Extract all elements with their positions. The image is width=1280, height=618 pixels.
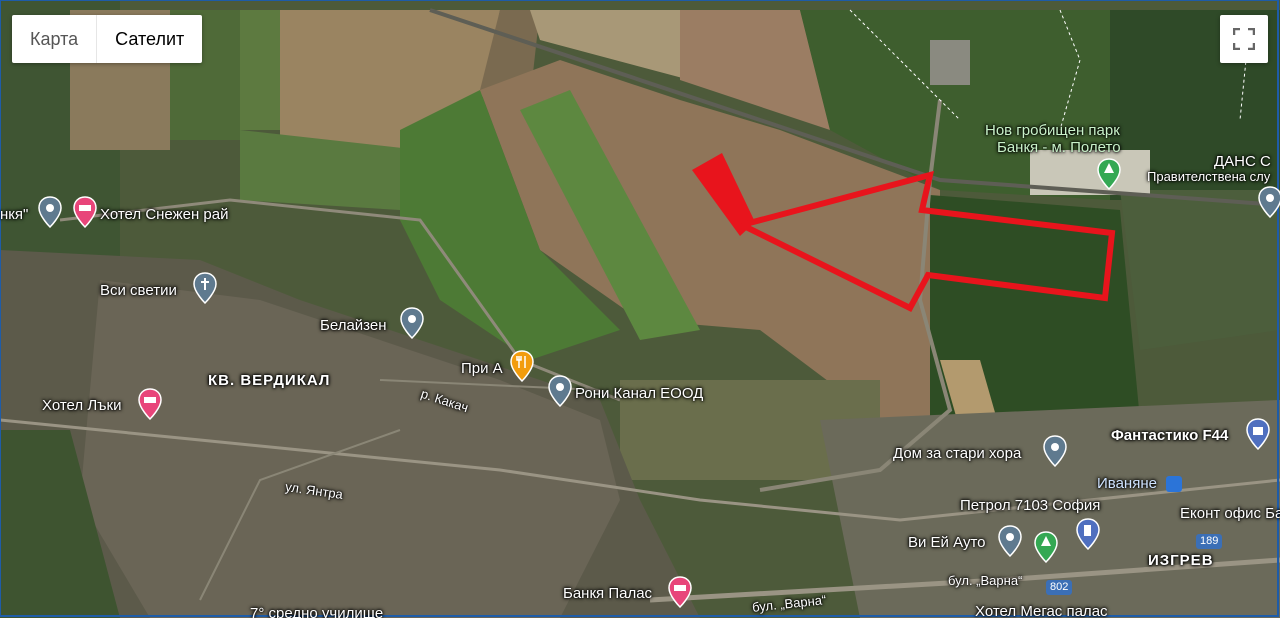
area-label-izgrev: ИЗГРЕВ xyxy=(1148,552,1214,569)
place-label-roni-kanal[interactable]: Рони Канал ЕООД xyxy=(575,385,703,403)
shopping-pin-icon[interactable] xyxy=(1246,418,1270,450)
place-label-belaizen[interactable]: Белайзен xyxy=(320,317,387,335)
place-label-hotel-laki[interactable]: Хотел Лъки xyxy=(42,397,121,415)
fullscreen-button[interactable] xyxy=(1220,15,1268,63)
place-label-petrol[interactable]: Петрол 7103 София xyxy=(960,497,1100,515)
satellite-map[interactable]: Карта Сателит нкя" Хотел Снежен рай Вси … xyxy=(0,0,1280,618)
map-type-satellite-button[interactable]: Сателит xyxy=(96,15,202,63)
road-shield-189: 189 xyxy=(1196,534,1223,549)
hotel-pin-icon[interactable] xyxy=(73,196,97,228)
place-label-ekont[interactable]: Еконт офис Бан xyxy=(1180,505,1280,523)
place-label-fantastiko[interactable]: Фантастико F44 xyxy=(1111,427,1228,445)
park-pin-icon[interactable] xyxy=(1034,531,1058,563)
place-pin-icon[interactable] xyxy=(998,525,1022,557)
street-label-varna-1: бул. „Варна“ xyxy=(948,573,1023,588)
place-pin-icon[interactable] xyxy=(1043,435,1067,467)
place-label-banya-palas[interactable]: Банкя Палас xyxy=(563,585,652,603)
place-pin-icon[interactable] xyxy=(38,196,62,228)
place-pin-icon[interactable] xyxy=(548,375,572,407)
area-label-verdikal: КВ. ВЕРДИКАЛ xyxy=(208,372,331,389)
place-label-hotel-snezhen-rai[interactable]: Хотел Снежен рай xyxy=(100,206,229,224)
place-label-ivanyane[interactable]: Иваняне xyxy=(1097,475,1157,493)
place-label-vsi-svetii[interactable]: Вси светии xyxy=(100,282,177,300)
hotel-pin-icon[interactable] xyxy=(668,576,692,608)
place-label-cemetery-line2[interactable]: Банкя - м. Полето xyxy=(997,139,1121,157)
place-label-school[interactable]: 7° средно училище xyxy=(250,605,383,618)
place-pin-icon[interactable] xyxy=(400,307,424,339)
place-label-banya[interactable]: нкя" xyxy=(0,206,28,224)
place-pin-icon[interactable] xyxy=(1258,186,1280,218)
gas-station-pin-icon[interactable] xyxy=(1076,518,1100,550)
church-pin-icon[interactable] xyxy=(193,272,217,304)
place-label-pri-a[interactable]: При А xyxy=(461,360,503,378)
bus-stop-icon[interactable] xyxy=(1166,476,1182,492)
place-label-hotel-megas[interactable]: Хотел Мегас палас xyxy=(975,603,1108,618)
place-label-dom-stari-hora[interactable]: Дом за стари хора xyxy=(893,445,1021,463)
fullscreen-icon xyxy=(1233,28,1255,50)
restaurant-pin-icon[interactable] xyxy=(510,350,534,382)
map-type-map-button[interactable]: Карта xyxy=(12,15,96,63)
hotel-pin-icon[interactable] xyxy=(138,388,162,420)
place-label-government-service[interactable]: Правителствена слу xyxy=(1147,168,1270,186)
map-type-control: Карта Сателит xyxy=(12,15,203,63)
place-label-vi-ei-auto[interactable]: Ви Ей Ауто xyxy=(908,534,985,552)
place-label-cemetery-line1[interactable]: Нов гробищен парк xyxy=(985,122,1120,140)
park-pin-icon[interactable] xyxy=(1097,158,1121,190)
road-shield-802: 802 xyxy=(1046,580,1073,595)
